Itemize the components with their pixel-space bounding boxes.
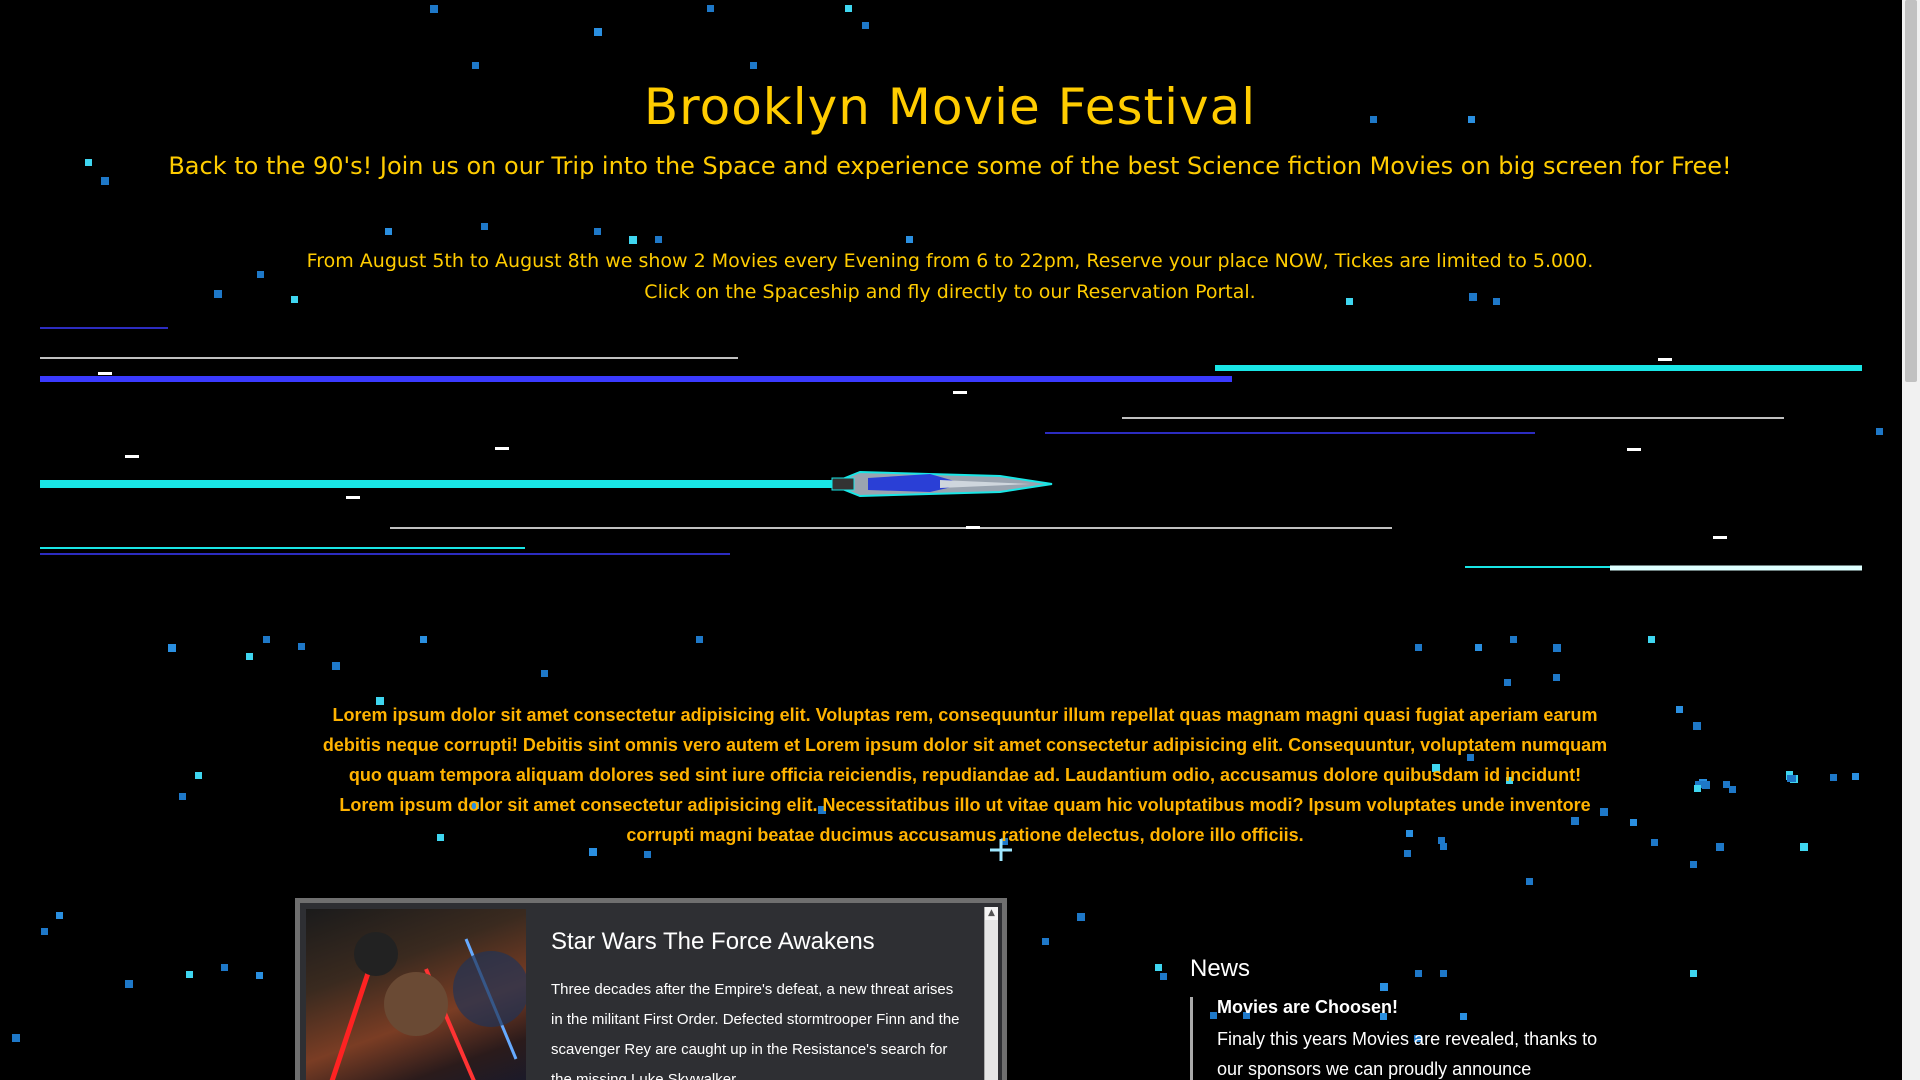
light-dash (953, 391, 967, 394)
star (1694, 785, 1701, 792)
star (629, 236, 637, 244)
intro-paragraph-2: Lorem ipsum dolor sit amet consectetur a… (339, 795, 1591, 845)
movie-description: Three decades after the Empire's defeat,… (551, 981, 960, 1080)
star (41, 928, 48, 935)
light-dash (125, 455, 139, 458)
star (1702, 781, 1710, 789)
star (1155, 964, 1162, 971)
star (1716, 843, 1724, 851)
news-item-body: Finaly this years Movies are revealed, t… (1217, 1029, 1598, 1079)
star (750, 62, 757, 69)
star (385, 228, 392, 235)
star (1651, 839, 1658, 846)
star (594, 28, 602, 36)
star (1630, 819, 1637, 826)
star (644, 851, 651, 858)
intro-paragraph-1: Lorem ipsum dolor sit amet consectetur a… (322, 705, 1608, 785)
star (1077, 913, 1085, 921)
poster-art (329, 932, 526, 1080)
star (472, 62, 479, 69)
star (1676, 706, 1683, 713)
star (1800, 843, 1808, 851)
scroll-up-arrow-icon[interactable]: ▲ (985, 907, 998, 920)
movie-card-scrollbar[interactable]: ▲ (984, 907, 998, 1080)
star (696, 636, 703, 643)
star (1830, 774, 1837, 781)
star (179, 793, 186, 800)
star (1404, 850, 1411, 857)
news-item: Movies are Choosen! Finaly this years Mo… (1190, 997, 1610, 1080)
star (257, 271, 264, 278)
star (1690, 970, 1697, 977)
star (862, 22, 869, 29)
light-dash (1713, 536, 1727, 539)
star (430, 5, 438, 13)
movie-card[interactable]: Star Wars The Force Awakens Three decade… (295, 898, 1007, 1080)
light-dash (495, 447, 509, 450)
star (1852, 773, 1859, 780)
star (594, 228, 601, 235)
star (125, 980, 133, 988)
light-dash (1627, 448, 1641, 451)
news-section: News Movies are Choosen! Finaly this yea… (1190, 955, 1610, 1080)
star (1553, 644, 1561, 652)
star (1415, 644, 1422, 651)
star (481, 223, 488, 230)
star (1160, 973, 1167, 980)
hyperspace-animation (40, 327, 1862, 571)
page-subtitle: Back to the 90's! Join us on our Trip in… (168, 152, 1732, 180)
star (420, 636, 427, 643)
star (221, 964, 228, 971)
star (707, 5, 714, 12)
star (1729, 786, 1736, 793)
spaceship-icon[interactable] (827, 470, 1053, 498)
star (56, 912, 63, 919)
star (256, 972, 263, 979)
light-dash (98, 372, 112, 375)
star (541, 670, 548, 677)
light-dash (346, 496, 360, 499)
star (1648, 636, 1655, 643)
movie-title: Star Wars The Force Awakens (551, 928, 875, 955)
news-heading: News (1190, 955, 1251, 982)
star (906, 236, 913, 243)
star (1510, 636, 1517, 643)
star (1504, 679, 1511, 686)
star (332, 662, 340, 670)
light-dash (966, 526, 980, 529)
star (1042, 938, 1049, 945)
star (1526, 878, 1533, 885)
star (168, 644, 176, 652)
star (12, 1034, 20, 1042)
star (655, 236, 662, 243)
star (1693, 722, 1701, 730)
star (246, 653, 253, 660)
page-scrollbar-thumb[interactable] (1905, 0, 1917, 382)
festival-dates-info: From August 5th to August 8th we show 2 … (306, 250, 1594, 272)
light-dash (1658, 358, 1672, 361)
star (186, 971, 193, 978)
star (1787, 775, 1794, 782)
hyperspace-streaks (40, 327, 1862, 571)
star (195, 772, 202, 779)
movie-poster-image (306, 909, 526, 1080)
star (1690, 861, 1697, 868)
news-item-title: Movies are Choosen! (1217, 997, 1399, 1017)
star (1723, 781, 1730, 788)
star (1475, 644, 1482, 651)
star (845, 5, 852, 12)
intro-text: Lorem ipsum dolor sit amet consectetur a… (320, 700, 1610, 850)
star (298, 643, 305, 650)
star (1553, 674, 1560, 681)
page-title: Brooklyn Movie Festival (643, 78, 1257, 136)
star (263, 636, 270, 643)
reservation-hint: Click on the Spaceship and fly directly … (644, 281, 1256, 303)
